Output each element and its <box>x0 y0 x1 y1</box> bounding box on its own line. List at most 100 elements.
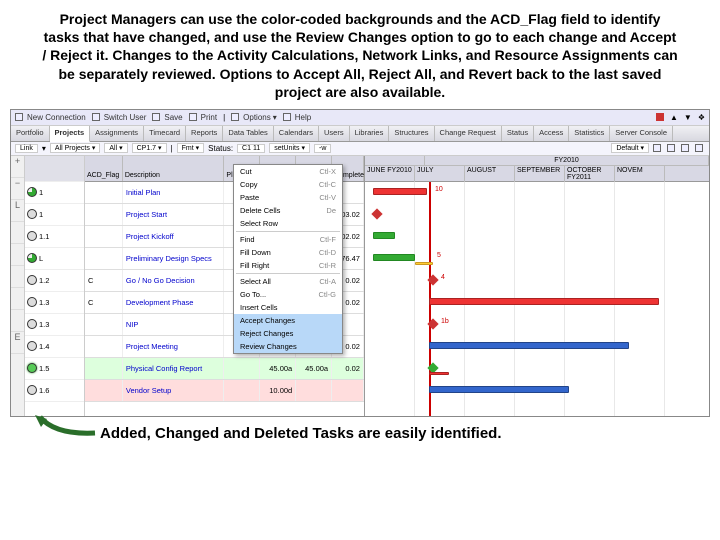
tab-portfolio[interactable]: Portfolio <box>11 126 50 141</box>
new-connection-button[interactable]: New Connection <box>15 113 86 122</box>
cell-planned[interactable] <box>224 380 260 401</box>
gantt-bar[interactable] <box>429 342 629 349</box>
gantt-bar[interactable] <box>429 298 659 305</box>
cell-desc[interactable]: Physical Config Report <box>123 358 225 379</box>
tab-data-tables[interactable]: Data Tables <box>223 126 273 141</box>
cell-planned[interactable] <box>224 358 260 379</box>
tab-status[interactable]: Status <box>502 126 534 141</box>
milestone-icon[interactable] <box>427 318 438 329</box>
menu-find[interactable]: FindCtl-F <box>234 233 342 246</box>
cell-desc[interactable]: Go / No Go Decision <box>123 270 225 291</box>
tab-libraries[interactable]: Libraries <box>350 126 390 141</box>
cell-desc[interactable]: Vendor Setup <box>123 380 225 401</box>
tab-reports[interactable]: Reports <box>186 126 223 141</box>
cell-desc[interactable]: Initial Plan <box>123 182 225 203</box>
tab-server-console[interactable]: Server Console <box>610 126 673 141</box>
menu-review-changes[interactable]: Review Changes <box>234 340 342 353</box>
options-button[interactable]: Options ▾ <box>231 113 277 122</box>
cell-acd[interactable] <box>85 358 123 379</box>
cell-bdur[interactable]: 45.00a <box>260 358 296 379</box>
cell-pct[interactable] <box>332 380 364 401</box>
menu-copy[interactable]: CopyCtl-C <box>234 178 342 191</box>
status-value[interactable]: C1 11 <box>237 144 265 153</box>
cell-desc[interactable]: Development Phase <box>123 292 225 313</box>
tree-row[interactable]: L <box>25 248 84 270</box>
print-button[interactable]: Print <box>189 113 217 122</box>
lock2-icon[interactable] <box>681 144 689 152</box>
cell-acd[interactable] <box>85 248 123 269</box>
rail-add-icon[interactable]: + <box>11 156 24 178</box>
cell-acd[interactable] <box>85 182 123 203</box>
menu-select-row[interactable]: Select Row <box>234 217 342 230</box>
cell-cpi[interactable] <box>296 380 332 401</box>
tab-users[interactable]: Users <box>319 126 350 141</box>
table-row[interactable]: Vendor Setup 10.00d <box>85 380 364 402</box>
menu-delete-cells[interactable]: Delete CellsDe <box>234 204 342 217</box>
tree-row[interactable]: 1.5 <box>25 358 84 380</box>
cell-desc[interactable]: Project Meeting <box>123 336 225 357</box>
menu-paste[interactable]: PasteCtl-V <box>234 191 342 204</box>
tree-row[interactable]: 1.2 <box>25 270 84 292</box>
nav-down-icon[interactable]: ▼ <box>684 113 692 122</box>
menu-go-to-[interactable]: Go To...Ctl-G <box>234 288 342 301</box>
menu-select-all[interactable]: Select AllCtl-A <box>234 275 342 288</box>
cell-desc[interactable]: Project Kickoff <box>123 226 225 247</box>
menu-cut[interactable]: CutCtl-X <box>234 165 342 178</box>
cell-acd[interactable] <box>85 226 123 247</box>
tree-row[interactable]: 1.3 <box>25 292 84 314</box>
tree-row[interactable]: 1 <box>25 204 84 226</box>
cell-acd[interactable] <box>85 380 123 401</box>
cell-desc[interactable]: Preliminary Design Specs <box>123 248 225 269</box>
default-dropdown[interactable]: Default ▾ <box>611 143 649 153</box>
menu-fill-right[interactable]: Fill RightCtl-R <box>234 259 342 272</box>
cell-pct[interactable]: 0.02 <box>332 358 364 379</box>
col-acd-flag[interactable]: ACD_Flag <box>85 156 123 181</box>
cell-acd[interactable] <box>85 204 123 225</box>
switch-user-button[interactable]: Switch User <box>92 113 147 122</box>
save-button[interactable]: Save <box>152 113 182 122</box>
milestone-icon[interactable] <box>371 208 382 219</box>
menu-fill-down[interactable]: Fill DownCtl-D <box>234 246 342 259</box>
fmt-button[interactable]: Fmt ▾ <box>177 143 205 153</box>
cell-acd[interactable]: C <box>85 292 123 313</box>
gantt-bar[interactable] <box>373 232 395 239</box>
tab-projects[interactable]: Projects <box>50 126 91 142</box>
cell-acd[interactable]: C <box>85 270 123 291</box>
table-row[interactable]: Physical Config Report45.00a45.00a0.02 <box>85 358 364 380</box>
cell-desc[interactable]: NIP <box>123 314 225 335</box>
tree-row[interactable]: 1.6 <box>25 380 84 402</box>
all-projects-dropdown[interactable]: All Projects ▾ <box>50 143 100 153</box>
cell-bdur[interactable]: 10.00d <box>260 380 296 401</box>
gantt-bar[interactable] <box>373 254 415 261</box>
tree-row[interactable]: 1.1 <box>25 226 84 248</box>
tree-row[interactable]: 1.4 <box>25 336 84 358</box>
cp-dropdown[interactable]: CP1.7 ▾ <box>132 143 167 153</box>
menu-accept-changes[interactable]: Accept Changes <box>234 314 342 327</box>
link-button[interactable]: Link <box>15 144 38 153</box>
tool-icon-1[interactable] <box>653 144 661 152</box>
gantt-bar[interactable] <box>415 262 433 265</box>
cell-cpi[interactable]: 45.00a <box>296 358 332 379</box>
tab-assignments[interactable]: Assignments <box>90 126 144 141</box>
set-units-button[interactable]: setUnits ▾ <box>269 143 310 153</box>
rail-minus-icon[interactable]: − <box>11 178 24 200</box>
tool-icon-3[interactable] <box>695 144 703 152</box>
tab-statistics[interactable]: Statistics <box>569 126 610 141</box>
tab-change-request[interactable]: Change Request <box>435 126 502 141</box>
cell-desc[interactable]: Project Start <box>123 204 225 225</box>
menu-insert-cells[interactable]: Insert Cells <box>234 301 342 314</box>
tab-calendars[interactable]: Calendars <box>274 126 319 141</box>
tab-structures[interactable]: Structures <box>389 126 434 141</box>
menu-reject-changes[interactable]: Reject Changes <box>234 327 342 340</box>
filter-all-dropdown[interactable]: All ▾ <box>104 143 127 153</box>
tab-timecard[interactable]: Timecard <box>144 126 186 141</box>
milestone-icon[interactable] <box>427 274 438 285</box>
nav-up-icon[interactable]: ▲ <box>670 113 678 122</box>
help-button[interactable]: Help <box>283 113 311 122</box>
cell-acd[interactable] <box>85 336 123 357</box>
col-description[interactable]: Description <box>123 156 225 181</box>
gantt-body[interactable]: 10 5 4 1b <box>365 182 709 416</box>
cw-button[interactable]: -w <box>314 144 331 153</box>
tree-row[interactable]: 1.3 <box>25 314 84 336</box>
cell-acd[interactable] <box>85 314 123 335</box>
